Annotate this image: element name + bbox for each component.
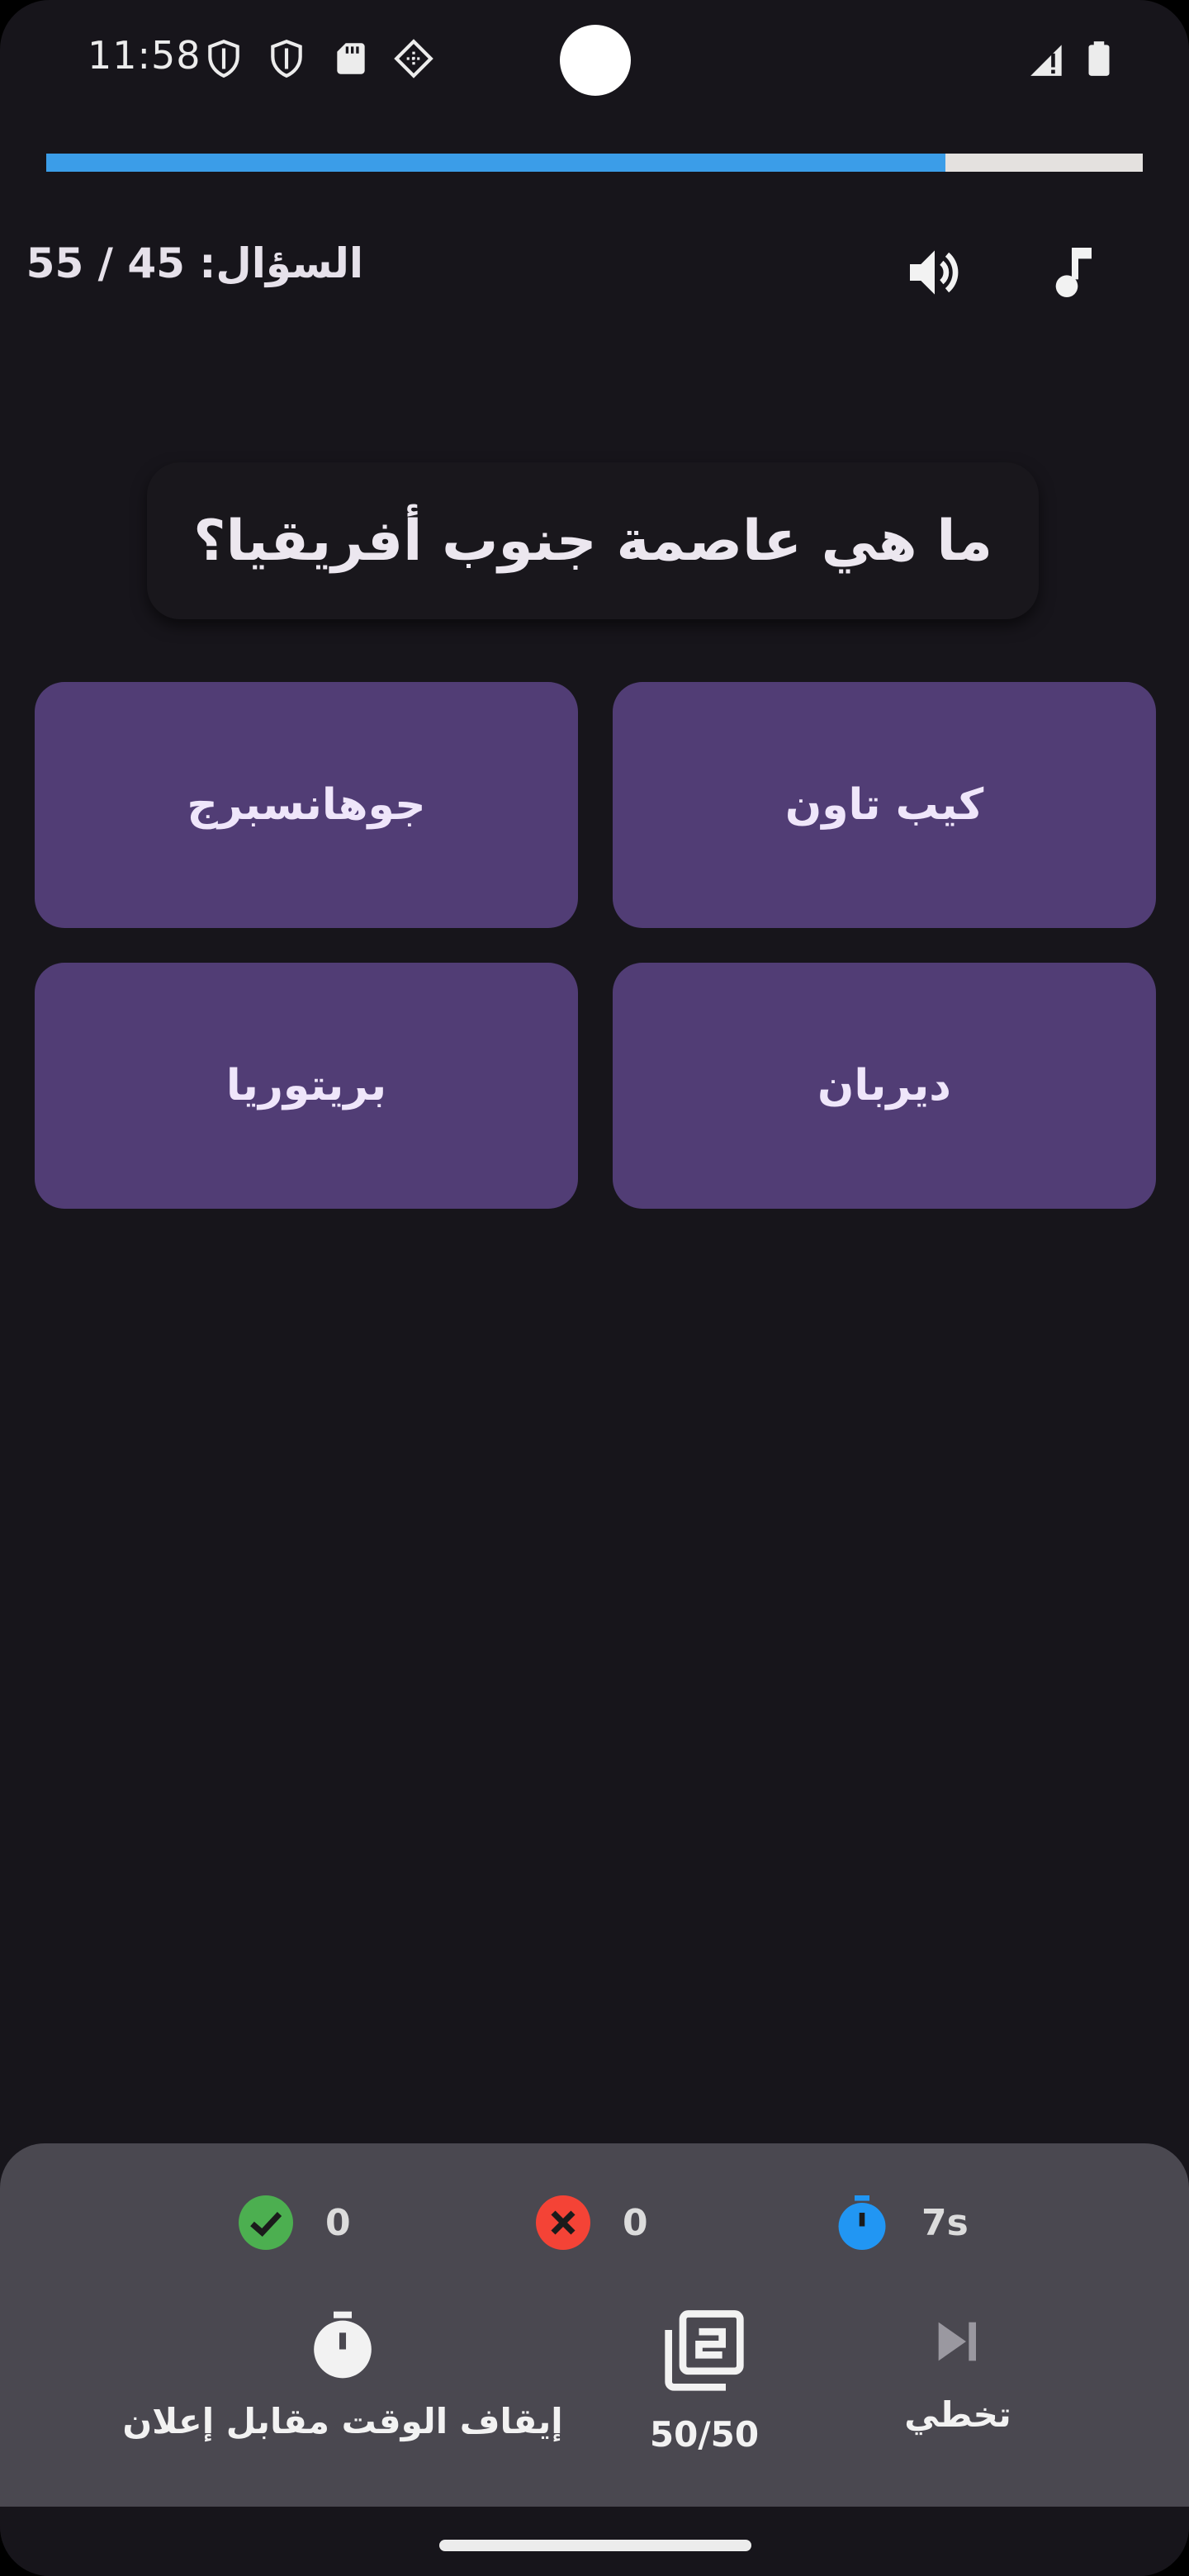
check-circle-icon: [239, 2195, 293, 2250]
cross-circle-icon: [536, 2195, 590, 2250]
answer-label: كيب تاون: [784, 780, 984, 830]
status-time: 11:58: [88, 33, 201, 78]
status-bar: 11:58: [0, 0, 1189, 124]
music-note-icon[interactable]: [1042, 239, 1108, 305]
question-text: ما هي عاصمة جنوب أفريقيا؟: [193, 508, 992, 574]
sd-card-icon: [337, 43, 365, 74]
shield-icon: [208, 39, 239, 78]
skip-button[interactable]: تخطي: [875, 2308, 1040, 2435]
answer-label: ديربان: [817, 1061, 951, 1110]
wrong-count: 0: [533, 2190, 648, 2256]
quiz-progress-bar: [46, 154, 1143, 172]
fifty-fifty-icon: [665, 2310, 744, 2391]
correct-count: 0: [236, 2190, 351, 2256]
camera-cutout: [560, 25, 631, 96]
question-counter: السؤال: 45 / 55: [26, 239, 363, 287]
pause-time-label: إيقاف الوقت مقابل إعلان: [122, 2401, 563, 2441]
answer-label: بريتوريا: [225, 1061, 387, 1110]
stopwatch-icon: [314, 2311, 372, 2379]
skip-next-icon: [938, 2322, 976, 2361]
skip-label: تخطي: [904, 2394, 1011, 2435]
volume-icon[interactable]: [902, 239, 968, 305]
fifty-fifty-button[interactable]: 50/50: [622, 2308, 787, 2455]
answer-option-2[interactable]: جوهانسبرج: [35, 682, 578, 928]
timer-icon: [838, 2195, 886, 2250]
quiz-screen: 11:58 السؤال: 45 / 55 ما هي عاصمة جنوب أ…: [0, 0, 1189, 2576]
battery-icon: [1088, 41, 1110, 76]
correct-count-value: 0: [325, 2201, 351, 2244]
home-gesture-handle[interactable]: [439, 2540, 751, 2551]
question-card: ما هي عاصمة جنوب أفريقيا؟: [147, 462, 1039, 619]
quiz-progress-fill: [46, 154, 945, 172]
time-counter: 7s: [832, 2190, 969, 2256]
answer-option-1[interactable]: كيب تاون: [613, 682, 1156, 928]
shield-icon: [271, 39, 302, 78]
fifty-fifty-label: 50/50: [649, 2414, 760, 2455]
answer-label: جوهانسبرج: [187, 780, 426, 830]
answer-option-3[interactable]: ديربان: [613, 963, 1156, 1209]
wrong-count-value: 0: [623, 2201, 648, 2244]
signal-icon: [1030, 45, 1062, 76]
pause-time-button[interactable]: إيقاف الوقت مقابل إعلان: [122, 2308, 563, 2441]
answer-option-4[interactable]: بريتوريا: [35, 963, 578, 1209]
cast-diamond-icon: [394, 39, 433, 78]
time-counter-value: 7s: [921, 2201, 969, 2244]
bottom-panel: 0 0 7s تخطي 50/50 إيقاف الوقت مقابل إعلا…: [0, 2143, 1189, 2507]
